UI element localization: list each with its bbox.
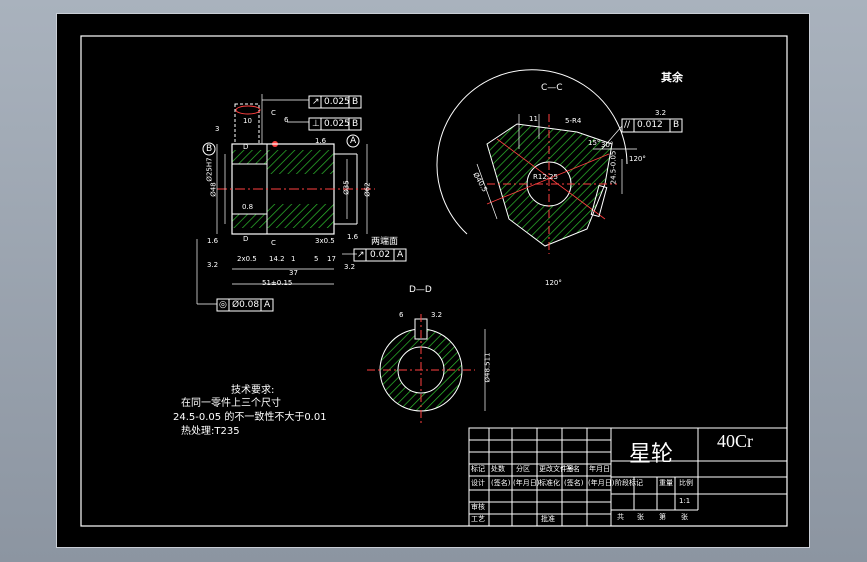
tb-design: 设计 [471,479,485,487]
tb-stage-mark: 阶段标记 [615,479,643,487]
tb-sign3: (签名) [564,479,584,487]
section-mark-d-top: D [243,143,249,151]
material-label: 40Cr [717,431,753,451]
dim-dd-6: 6 [399,311,404,319]
roughness-other-label: 其余 [661,71,683,84]
tol-2-datum: B [352,119,359,129]
d-d-section-view [367,314,486,424]
tol-1-datum: B [352,97,359,107]
tol-5-datum: B [673,120,680,130]
section-mark-d-bottom: D [243,235,249,243]
tb-zone: 分区 [516,465,530,473]
dim-2x0-5: 2x0.5 [237,255,257,263]
dim-dd-3-2: 3.2 [431,311,443,319]
engineering-drawing [80,35,788,527]
dim-48: Ø48 [209,182,218,197]
tb-ratio: 比例 [679,479,693,487]
dim-24-5: 24.5-0.05 [609,150,618,185]
section-mark-c-bottom: C [271,239,276,247]
dim-5-r4: 5-R4 [565,117,582,125]
tol-1-value: 0.025 [324,97,350,107]
dim-51: 51±0.15 [262,279,293,287]
tb-date2: (年月日) [513,479,540,487]
tb-sheet-unit2: 张 [681,513,688,521]
view-label-d-d: D—D [409,285,432,295]
tol-5-value: 0.012 [637,120,663,130]
tol-1-symbol: ↗ [312,97,320,107]
dim-1-6-c: 1.6 [347,233,359,241]
tb-standardize: 标准化 [539,479,560,487]
dim-5: 5 [314,255,319,263]
tol-3-symbol: ↗ [357,250,365,260]
dim-3x0-5: 3x0.5 [315,237,335,245]
part-title: 星轮 [629,442,674,467]
tol-4-datum: A [264,300,271,310]
both-ends-label: 两端面 [371,237,399,247]
drawing-border [80,35,788,527]
front-section-view [196,94,407,312]
section-mark-c-top: C [271,109,276,117]
dim-0-8: 0.8 [242,203,254,211]
tb-review: 审核 [471,503,485,511]
dim-3-2-a: 3.2 [207,261,219,269]
dim-r12-25: R12.25 [533,173,558,181]
dim-14-2: 14.2 [269,255,285,263]
tb-sign2: (签名) [491,479,511,487]
tol-4-symbol: ◎ [219,300,227,310]
dim-1: 1 [291,255,296,263]
tol-2-symbol: ⊥ [312,119,320,129]
tech-req-heading: 技术要求: [231,385,275,396]
dim-3: 3 [215,125,220,133]
dim-1-6-b: 1.6 [207,237,219,245]
tech-req-line2: 24.5-0.05 的不一致性不大于0.01 [173,412,327,423]
dim-37: 37 [289,269,298,277]
tb-marks: 标记 [471,465,485,473]
dim-3-2-c: 3.2 [655,109,667,117]
dim-120-b: 120° [545,279,562,287]
tb-date: 年月日 [589,465,610,473]
tb-count: 处数 [491,465,505,473]
tol-5-symbol: // [624,120,631,130]
tol-3-datum: A [397,250,404,260]
dim-3-2-b: 3.2 [344,263,356,271]
tol-3-value: 0.02 [370,250,391,260]
view-label-c-c: C—C [541,83,563,93]
dim-17: 17 [327,255,336,263]
tech-req-line1: 在同一零件上三个尺寸 [181,398,281,409]
tb-weight: 重量 [659,479,673,487]
datum-b-label: B [206,144,213,154]
cad-viewport[interactable]: 3 10 C 6 D 1.6 0.8 1.6 D C 1.6 2x0.5 14.… [56,13,810,548]
tb-sheet-no: 第 [659,513,666,521]
dim-25h7: Ø25H7 [205,157,214,182]
dim-62: Ø62 [363,182,372,197]
tol-4-value: Ø0.08 [232,300,260,310]
dim-6: 6 [284,116,289,124]
dim-15deg: 15° [588,139,601,147]
datum-a-label: A [350,136,357,146]
dim-11: 11 [529,115,538,123]
tol-2-value: 0.025 [324,119,350,129]
tb-approve: 批准 [541,515,555,523]
dim-10: 10 [243,117,252,125]
dim-dd-48: Ø48.511 [483,352,492,383]
tb-date3: (年月日) [588,479,615,487]
dim-120-a: 120° [629,155,646,163]
dim-1-6-a: 1.6 [315,137,327,145]
dim-30deg: 30° [601,141,614,149]
tb-scale-value: 1:1 [679,497,691,505]
tb-sign: 签名 [566,465,580,473]
tb-sheet-total: 共 [617,513,624,521]
dim-35: Ø35 [342,180,351,195]
tb-sheet-unit: 张 [637,513,644,521]
tech-req-line3: 热处理:T235 [181,426,240,437]
tb-process: 工艺 [471,515,485,523]
